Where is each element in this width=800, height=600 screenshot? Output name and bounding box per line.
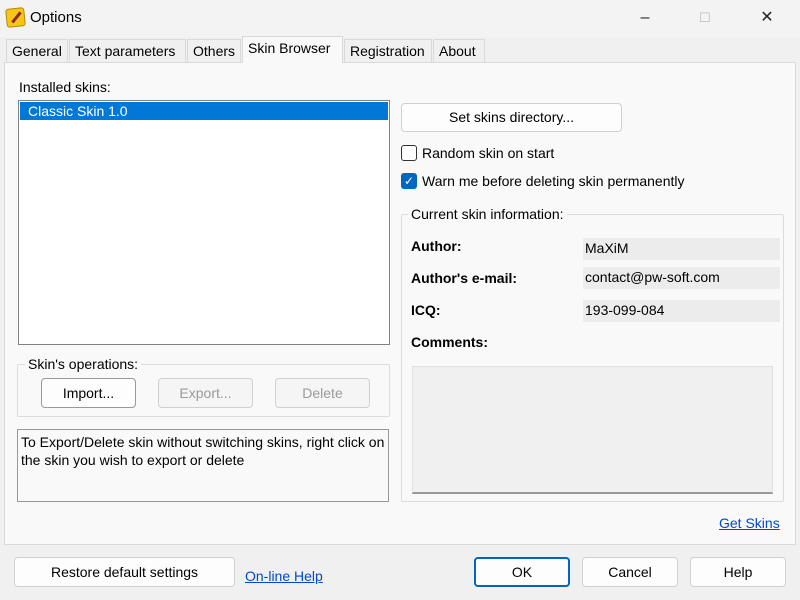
skin-info-legend: Current skin information: xyxy=(408,206,567,222)
get-skins-link[interactable]: Get Skins xyxy=(719,515,780,531)
maximize-button: ☐ xyxy=(699,10,711,25)
comments-box xyxy=(412,366,773,494)
warn-delete-checkbox[interactable]: ✓ xyxy=(401,173,417,189)
tab-others[interactable]: Others xyxy=(187,39,241,62)
help-button[interactable]: Help xyxy=(690,557,786,587)
tab-about[interactable]: About xyxy=(433,39,485,62)
installed-skins-list[interactable]: Classic Skin 1.0 xyxy=(18,100,390,345)
minimize-button[interactable]: – xyxy=(622,0,668,36)
import-button[interactable]: Import... xyxy=(41,378,136,408)
close-button[interactable]: ✕ xyxy=(744,0,790,36)
delete-button: Delete xyxy=(275,378,370,408)
window-title: Options xyxy=(30,9,82,26)
hint-text: To Export/Delete skin without switching … xyxy=(17,429,389,502)
comments-label: Comments: xyxy=(411,334,489,350)
installed-skins-label: Installed skins: xyxy=(19,79,111,95)
restore-defaults-button[interactable]: Restore default settings xyxy=(14,557,235,587)
icq-label: ICQ: xyxy=(411,302,441,318)
cancel-button[interactable]: Cancel xyxy=(582,557,678,587)
title-bar xyxy=(0,0,800,37)
warn-delete-label[interactable]: Warn me before deleting skin permanently xyxy=(422,173,685,189)
random-skin-label[interactable]: Random skin on start xyxy=(422,145,554,161)
random-skin-checkbox[interactable] xyxy=(401,145,417,161)
app-pencil-icon xyxy=(5,7,26,28)
author-value: MaXiM xyxy=(583,238,780,260)
tab-text-parameters[interactable]: Text parameters xyxy=(69,39,186,62)
email-value: contact@pw-soft.com xyxy=(583,267,780,289)
set-skins-directory-button[interactable]: Set skins directory... xyxy=(401,103,622,132)
icq-value: 193-099-084 xyxy=(583,300,780,322)
tab-skin-browser[interactable]: Skin Browser xyxy=(242,36,343,63)
online-help-link[interactable]: On-line Help xyxy=(245,568,323,584)
author-label: Author: xyxy=(411,238,462,254)
skin-operations-legend: Skin's operations: xyxy=(25,356,142,372)
ok-button[interactable]: OK xyxy=(474,557,570,587)
export-button: Export... xyxy=(158,378,253,408)
list-item-skin[interactable]: Classic Skin 1.0 xyxy=(20,102,388,120)
tab-registration[interactable]: Registration xyxy=(344,39,432,62)
tab-general[interactable]: General xyxy=(6,39,68,62)
email-label: Author's e-mail: xyxy=(411,270,518,286)
